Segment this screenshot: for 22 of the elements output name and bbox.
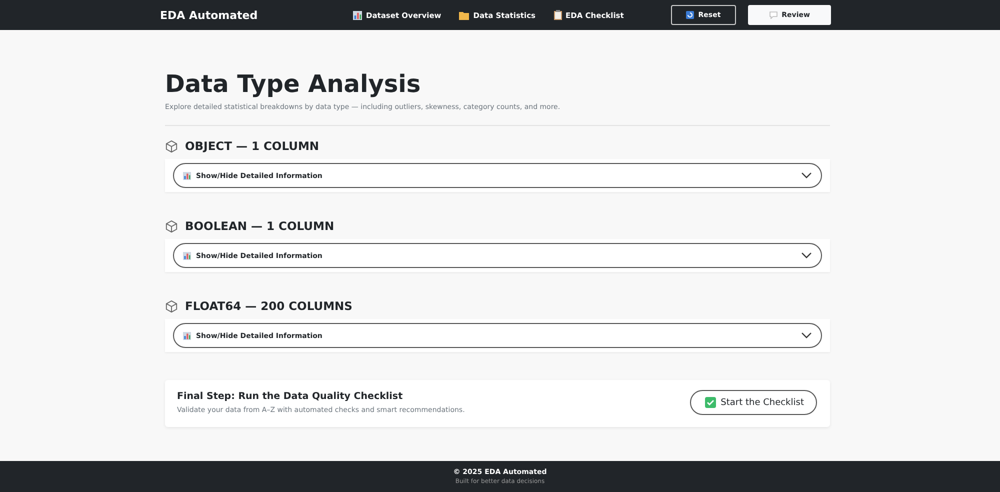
section-heading: BOOLEAN — 1 COLUMN — [185, 219, 334, 233]
bar-chart-icon — [183, 332, 191, 340]
page-title: Data Type Analysis — [165, 70, 422, 98]
brand-title[interactable]: EDA Automated — [160, 8, 353, 22]
final-step-title: Final Step: Run the Data Quality Checklist — [177, 391, 404, 402]
speech-bubble-icon — [768, 11, 778, 19]
cube-icon — [165, 300, 178, 312]
section-heading: FLOAT64 — 200 COLUMNS — [185, 299, 352, 313]
cube-icon — [165, 140, 178, 152]
clipboard-icon — [554, 10, 562, 20]
bar-chart-icon — [183, 252, 191, 260]
start-checklist-button[interactable]: Start the Checklist — [690, 390, 817, 415]
bar-chart-icon — [353, 10, 362, 20]
cube-icon — [165, 220, 178, 232]
bar-chart-icon — [183, 172, 191, 180]
chevron-icon — [801, 252, 812, 259]
folder-icon — [459, 10, 470, 20]
checkmark-icon — [704, 397, 716, 408]
refresh-icon — [686, 11, 694, 19]
section-heading: OBJECT — 1 COLUMN — [185, 139, 320, 153]
chevron-icon — [801, 332, 812, 339]
chevron-icon — [801, 172, 812, 179]
